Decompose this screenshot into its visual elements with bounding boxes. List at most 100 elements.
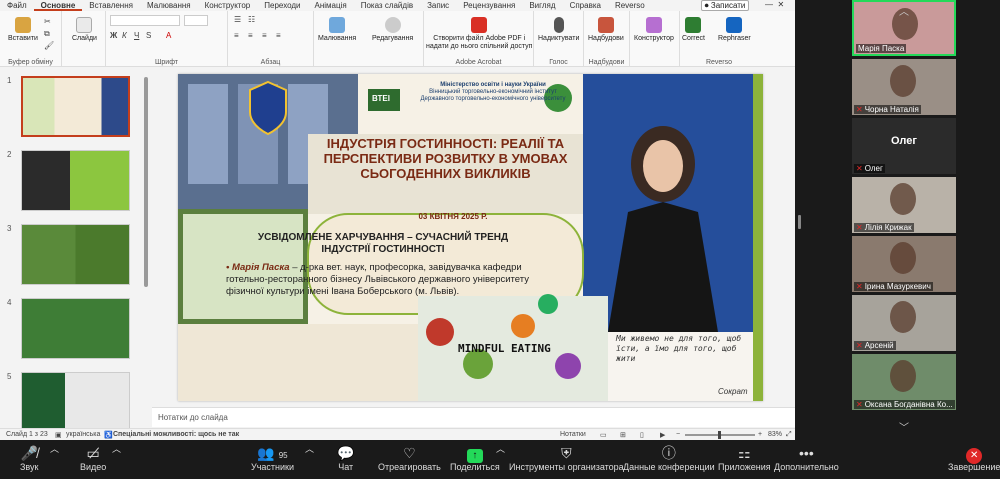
zoom-out-icon[interactable]: −	[676, 431, 680, 438]
tab-1[interactable]: Основне	[33, 0, 83, 11]
audio-options-chevron-icon[interactable]: ︿	[50, 442, 59, 455]
tab-11[interactable]: Справка	[563, 0, 608, 11]
shapes-button[interactable]: Малювання	[318, 17, 356, 43]
tab-3[interactable]: Малювання	[140, 0, 198, 11]
apps-button[interactable]: ⚏ Приложения	[718, 444, 771, 472]
designer-group: Конструктор	[630, 11, 680, 67]
addins-button[interactable]: Надбудови	[588, 17, 624, 43]
participants-button[interactable]: 👥 95 Участники	[251, 444, 294, 472]
drawing-group: Малювання Редагування	[314, 11, 424, 67]
correct-button[interactable]: Correct	[682, 17, 705, 43]
font-color-icon[interactable]: A	[166, 31, 171, 40]
ribbon: Вставити ✂ ⧉ 🖌 Буфер обміну Слайди Ж К Ч…	[0, 11, 795, 67]
more-button[interactable]: ••• Дополнительно	[774, 444, 839, 472]
align-left-icon[interactable]: ≡	[234, 31, 239, 40]
tab-7[interactable]: Показ слайдів	[354, 0, 420, 11]
new-slide-button[interactable]: Слайди	[72, 17, 97, 43]
notes-toggle[interactable]: Нотатки	[560, 431, 586, 438]
participants-options-chevron-icon[interactable]: ︿	[305, 442, 314, 455]
thumbnail-slide-1[interactable]	[21, 76, 130, 137]
tab-12[interactable]: Reverso	[608, 0, 652, 11]
paste-icon	[14, 17, 31, 33]
language-label[interactable]: українська	[66, 431, 100, 438]
spellcheck-icon[interactable]: ▣	[55, 431, 62, 439]
tab-4[interactable]: Конструктор	[198, 0, 258, 11]
gallery-down-chevron-icon[interactable]: ﹀	[899, 419, 909, 434]
numbering-icon[interactable]: ☷	[248, 15, 255, 24]
video-button[interactable]: ▭̸ Видео	[80, 444, 106, 472]
resize-handle[interactable]	[798, 215, 801, 229]
participant-name-large: Олег	[891, 135, 917, 147]
share-options-chevron-icon[interactable]: ︿	[496, 442, 505, 455]
react-button[interactable]: ♡ Отреагировать	[378, 444, 441, 472]
font-family-select[interactable]	[110, 15, 180, 26]
participant-tile[interactable]: Олег ✕ Олег	[852, 118, 956, 174]
tab-0[interactable]: Файл	[0, 0, 34, 11]
justify-icon[interactable]: ≡	[276, 31, 281, 40]
current-slide[interactable]: Міністерство освіти і науки України Вінн…	[178, 74, 763, 401]
font-size-select[interactable]	[184, 15, 208, 26]
designer-button[interactable]: Конструктор	[634, 17, 674, 43]
thumbnails-scrollbar[interactable]	[144, 77, 148, 287]
gallery-up-chevron-icon[interactable]: ︿	[899, 3, 909, 18]
notes-pane[interactable]: Нотатки до слайда	[152, 407, 795, 427]
paste-button[interactable]: Вставити	[8, 17, 38, 43]
close-icon[interactable]: ✕	[777, 0, 784, 9]
bullets-icon[interactable]: ☰	[234, 15, 241, 24]
thumbnail-slide-5[interactable]	[21, 372, 130, 433]
vtei-label: ВТЕІ	[372, 94, 390, 103]
chat-button[interactable]: 💬 Чат	[337, 444, 354, 472]
minimize-icon[interactable]: —	[765, 0, 773, 9]
meeting-info-button[interactable]: ⓘ Данные конференции	[623, 444, 715, 472]
audio-button[interactable]: 🎤̸ Звук	[20, 444, 38, 472]
slideshow-icon[interactable]: ▶	[660, 431, 665, 439]
underline-icon[interactable]: Ч	[134, 31, 139, 40]
participant-tile[interactable]: ✕ Ірина Мазуркевич	[852, 236, 956, 292]
participant-tile[interactable]: ✕ Лілія Крижак	[852, 177, 956, 233]
tab-9[interactable]: Рецензування	[456, 0, 522, 11]
zoom-slider-knob[interactable]	[718, 431, 721, 439]
reading-view-icon[interactable]: ▯	[640, 431, 644, 439]
slide-sorter-icon[interactable]: ⊞	[620, 431, 626, 439]
more-icon: •••	[799, 445, 814, 461]
rephraser-button[interactable]: Rephraser	[718, 17, 751, 43]
conference-date: 03 КВІТНЯ 2025 Р.	[418, 212, 488, 221]
editing-button[interactable]: Редагування	[372, 17, 413, 43]
participant-tile[interactable]: ✕ Оксана Богданівна Ко...	[852, 354, 956, 410]
format-painter-icon[interactable]: 🖌	[44, 41, 54, 50]
copy-icon[interactable]: ⧉	[44, 29, 50, 39]
tab-5[interactable]: Переходи	[257, 0, 307, 11]
normal-view-icon[interactable]: ▭	[600, 431, 607, 439]
align-center-icon[interactable]: ≡	[248, 31, 253, 40]
accessibility-status[interactable]: Спеціальні можливості: щось не так	[113, 431, 239, 438]
window-controls[interactable]: — ✕	[765, 0, 784, 9]
tab-2[interactable]: Вставлення	[82, 0, 140, 11]
tab-8[interactable]: Запис	[420, 0, 456, 11]
thumbnail-slide-2[interactable]	[21, 150, 130, 211]
participant-tile[interactable]: ✕ Чорна Наталія	[852, 59, 956, 115]
align-right-icon[interactable]: ≡	[262, 31, 267, 40]
thumbnail-slide-3[interactable]	[21, 224, 130, 285]
status-bar: Слайд 1 з 23 ▣ українська ♿ Спеціальні м…	[0, 428, 795, 440]
share-button[interactable]: ↑ Поделиться	[450, 444, 500, 472]
italic-icon[interactable]: К	[122, 31, 127, 40]
tab-6[interactable]: Анімація	[308, 0, 354, 11]
tab-10[interactable]: Вигляд	[522, 0, 562, 11]
thumbnail-slide-4[interactable]	[21, 298, 130, 359]
dictate-button[interactable]: Надиктувати	[538, 17, 579, 43]
video-options-chevron-icon[interactable]: ︿	[112, 442, 121, 455]
cut-icon[interactable]: ✂	[44, 17, 51, 26]
record-button[interactable]: ⏺ Записати	[701, 0, 749, 11]
shapes-icon	[329, 17, 346, 33]
pdf-icon	[471, 17, 488, 33]
host-tools-button[interactable]: ⛨ Инструменты организатора	[509, 444, 624, 472]
zoom-in-icon[interactable]: +	[758, 431, 762, 438]
bold-icon[interactable]: Ж	[110, 31, 117, 40]
participant-name: ✕ Олег	[854, 164, 885, 173]
end-meeting-button[interactable]: ✕ Завершение	[948, 444, 1000, 472]
create-pdf-button[interactable]: Створити файл Adobe PDF і надати до нього…	[426, 17, 532, 51]
participant-tile[interactable]: ✕ Арсеній	[852, 295, 956, 351]
strikethrough-icon[interactable]: S	[146, 31, 151, 40]
fit-slide-icon[interactable]: ⤢	[786, 431, 792, 439]
zoom-level[interactable]: 83%	[768, 431, 782, 438]
